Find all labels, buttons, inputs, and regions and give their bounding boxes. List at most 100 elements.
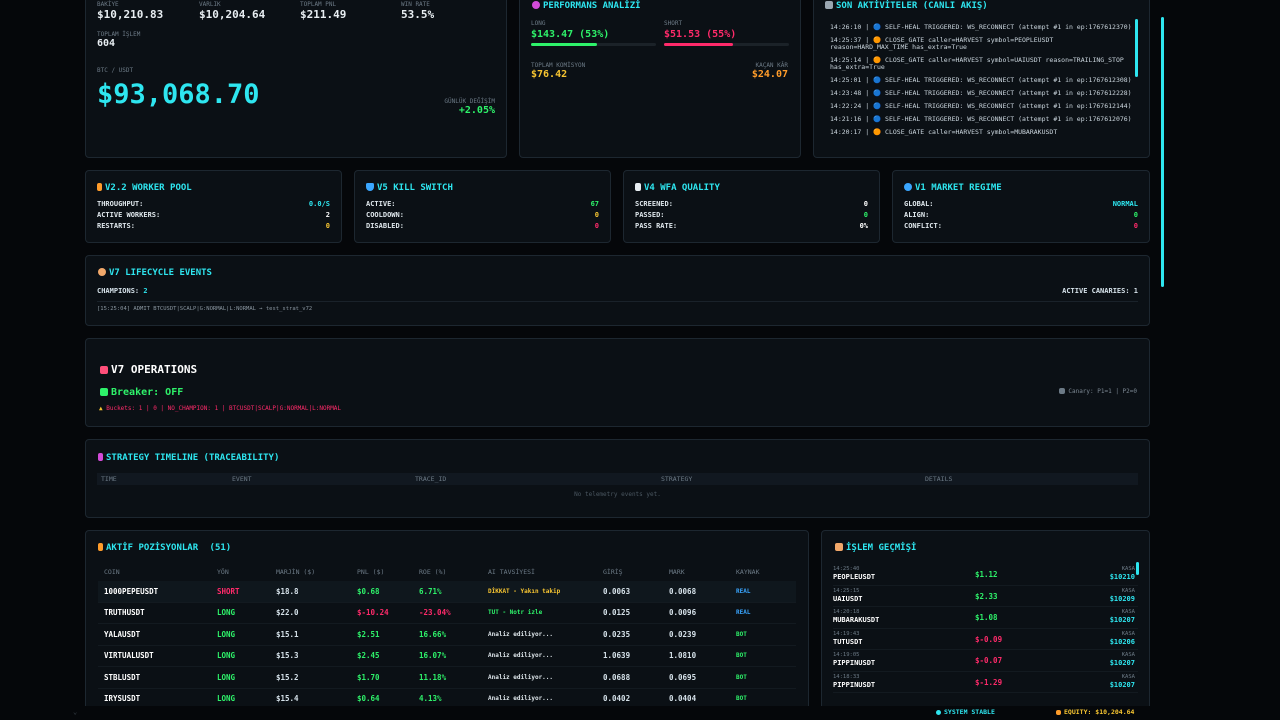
history-balance: $10210 xyxy=(1109,573,1135,581)
margin-cell: $15.4 xyxy=(276,694,299,704)
history-list[interactable]: 14:25:40 PEOPLEUSDT $1.12 KASA $10210 14:25:1… xyxy=(833,564,1138,693)
margin-cell: $15.2 xyxy=(276,672,299,682)
resize-handle-icon[interactable]: ⌄ xyxy=(73,708,77,716)
module-row: THROUGHPUT: 0.0/s xyxy=(97,200,330,208)
advice-cell: Analiz ediliyor... xyxy=(488,673,554,681)
short-bar-fill xyxy=(664,43,733,46)
history-time: 14:25:15 xyxy=(833,587,860,594)
entry-cell: 1.0639 xyxy=(603,651,631,661)
module-row: GLOBAL: NORMAL xyxy=(904,200,1138,208)
pnl-cell: $0.68 xyxy=(357,586,380,596)
advice-cell: DİKKAT - Yakın takip xyxy=(488,587,561,595)
commission-stat: TOPLAM KOMİSYON $76.42 xyxy=(531,62,585,80)
mark-cell: 0.0239 xyxy=(669,629,697,639)
column-header: MARK xyxy=(669,568,685,576)
rocket-icon xyxy=(825,1,833,9)
log-line: 14:25:14 | 🟠 CLOSE_GATE caller=HARVEST s… xyxy=(830,56,1124,71)
column-header: STRATEGY xyxy=(661,475,693,483)
column-header: TIME xyxy=(101,475,117,483)
entry-cell: 0.0063 xyxy=(603,586,631,596)
history-time: 14:18:33 xyxy=(833,673,860,680)
wfa-quality-card: V4 WFA QUALITY SCREENED: 0 PASSED: 0 PASS … xyxy=(623,170,880,243)
position-row[interactable]: 1000PEPEUSDT SHORT $18.8 $0.68 6.71% DİKKAT -… xyxy=(98,581,796,603)
source-cell: BOT xyxy=(736,652,747,660)
advice-cell: Analiz ediliyor... xyxy=(488,630,554,638)
column-header: YÖN xyxy=(217,568,229,576)
balance-stat: BAKİYE $10,210.83 xyxy=(97,1,163,21)
margin-cell: $18.8 xyxy=(276,586,299,596)
activity-scrollbar[interactable] xyxy=(1135,19,1138,77)
activity-log[interactable]: 14:26:10 | 🔵 SELF-HEAL TRIGGERED: WS_REC… xyxy=(830,24,1135,142)
history-row[interactable]: 14:18:33 PIPPINUSDT $-1.29 KASA $10207 xyxy=(833,672,1138,693)
shield-icon xyxy=(366,183,374,191)
position-row[interactable]: VIRTUALUSDT LONG $15.3 $2.45 16.07% Analiz ed… xyxy=(98,646,796,667)
equity-stat: VARLIK $10,204.64 xyxy=(199,1,265,21)
active-positions-card: AKTİF POZİSYONLAR (51) COIN YÖN MARJİN (… xyxy=(85,530,809,720)
history-status: KASA xyxy=(1121,673,1135,680)
long-bar-fill xyxy=(531,43,598,46)
history-status: KASA xyxy=(1121,566,1135,572)
roe-cell: 11.18% xyxy=(419,672,447,682)
status-dot-icon xyxy=(936,710,941,715)
check-icon xyxy=(635,183,641,191)
history-balance: $10209 xyxy=(1109,594,1135,603)
mark-cell: 0.0695 xyxy=(669,672,697,682)
market-regime-card: V1 MARKET REGIME GLOBAL: NORMAL ALIGN: 0 C… xyxy=(892,170,1150,243)
winrate-label: WIN RATE xyxy=(401,1,430,8)
column-header: GİRİŞ xyxy=(603,568,623,576)
module-row: PASSED: 0 xyxy=(635,211,868,219)
equity-label: VARLIK xyxy=(199,1,221,8)
long-bar xyxy=(531,43,656,46)
mark-cell: 0.0068 xyxy=(669,586,697,596)
mark-cell: 1.0810 xyxy=(669,651,697,661)
column-header: TRACE_ID xyxy=(415,475,447,483)
egg-icon xyxy=(98,268,106,276)
side-cell: LONG xyxy=(217,672,236,682)
page-scrollbar[interactable] xyxy=(1161,17,1164,287)
missed-profit-value: $24.07 xyxy=(751,69,788,80)
operations-card: V7 OPERATIONS Breaker: OFF ▲ Buckets: 1 … xyxy=(85,338,1150,427)
worker-pool-card: V2.2 WORKER POOL THROUGHPUT: 0.0/s ACTIVE… xyxy=(85,170,342,243)
coin-cell: TRUTHUSDT xyxy=(104,608,145,618)
balance-value: $10,210.83 xyxy=(97,8,164,21)
history-row[interactable]: 14:25:40 PEOPLEUSDT $1.12 KASA $10210 xyxy=(833,564,1138,586)
history-pnl: $1.12 xyxy=(975,570,998,579)
history-coin: PEOPLEUSDT xyxy=(833,573,876,581)
history-balance: $10207 xyxy=(1109,659,1135,667)
lock-icon xyxy=(1056,710,1061,715)
entry-cell: 0.0402 xyxy=(603,694,631,704)
champions-count: CHAMPIONS: 2 xyxy=(97,287,148,295)
balance-label: BAKİYE xyxy=(97,1,119,8)
position-row[interactable]: STBLUSDT LONG $15.2 $1.70 11.18% Analiz edili… xyxy=(98,667,796,689)
bucket-warning: ▲ Buckets: 1 | 0 | NO_CHAMPION: 1 | BTCU… xyxy=(99,405,342,412)
history-row[interactable]: 14:25:15 UAIUSDT $2.33 KASA $10209 xyxy=(833,586,1138,607)
history-coin: PIPPINUSDT xyxy=(833,659,876,667)
account-stats-card: BAKİYE $10,210.83 VARLIK $10,204.64 TOPL… xyxy=(85,0,507,158)
module-row: PASS RATE: 0% xyxy=(635,222,868,230)
margin-cell: $15.3 xyxy=(276,651,299,661)
column-header: DETAILS xyxy=(925,475,953,483)
log-line: 14:20:17 | 🟠 CLOSE_GATE caller=HARVEST s… xyxy=(830,128,1058,136)
position-row[interactable]: YALAUSDT LONG $15.1 $2.51 16.66% Analiz edili… xyxy=(98,624,796,646)
long-stat: LONG $143.47 (53%) xyxy=(531,20,656,46)
history-row[interactable]: 14:20:18 MUBARAKUSDT $1.08 KASA $10207 xyxy=(833,607,1138,629)
side-cell: LONG xyxy=(217,694,236,704)
pnl-cell: $2.51 xyxy=(357,629,380,639)
crown-icon xyxy=(100,366,108,374)
pnl-value: $211.49 xyxy=(300,8,347,21)
position-row[interactable]: TRUTHUSDT LONG $22.0 $-10.24 -23.04% TUT - No… xyxy=(98,603,796,624)
winrate-value: 53.5% xyxy=(401,8,435,21)
history-row[interactable]: 14:19:05 PIPPINUSDT $-0.07 KASA $10207 xyxy=(833,650,1138,672)
history-row[interactable]: 14:19:43 TUTUSDT $-0.09 KASA $10206 xyxy=(833,629,1138,650)
history-time: 14:20:18 xyxy=(833,609,860,615)
module-row: SCREENED: 0 xyxy=(635,200,868,208)
log-line: 14:25:01 | 🔵 SELF-HEAL TRIGGERED: WS_REC… xyxy=(830,76,1132,84)
market-regime-title: V1 MARKET REGIME xyxy=(904,183,1138,193)
history-scrollbar[interactable] xyxy=(1136,562,1139,575)
history-pnl: $1.08 xyxy=(975,613,998,622)
coin-cell: 1000PEPEUSDT xyxy=(104,586,159,596)
missed-profit-label: KAÇAN KÂR xyxy=(755,62,788,69)
pnl-cell: $0.64 xyxy=(357,694,380,704)
history-pnl: $-0.09 xyxy=(975,634,1003,644)
source-cell: REAL xyxy=(736,587,751,595)
